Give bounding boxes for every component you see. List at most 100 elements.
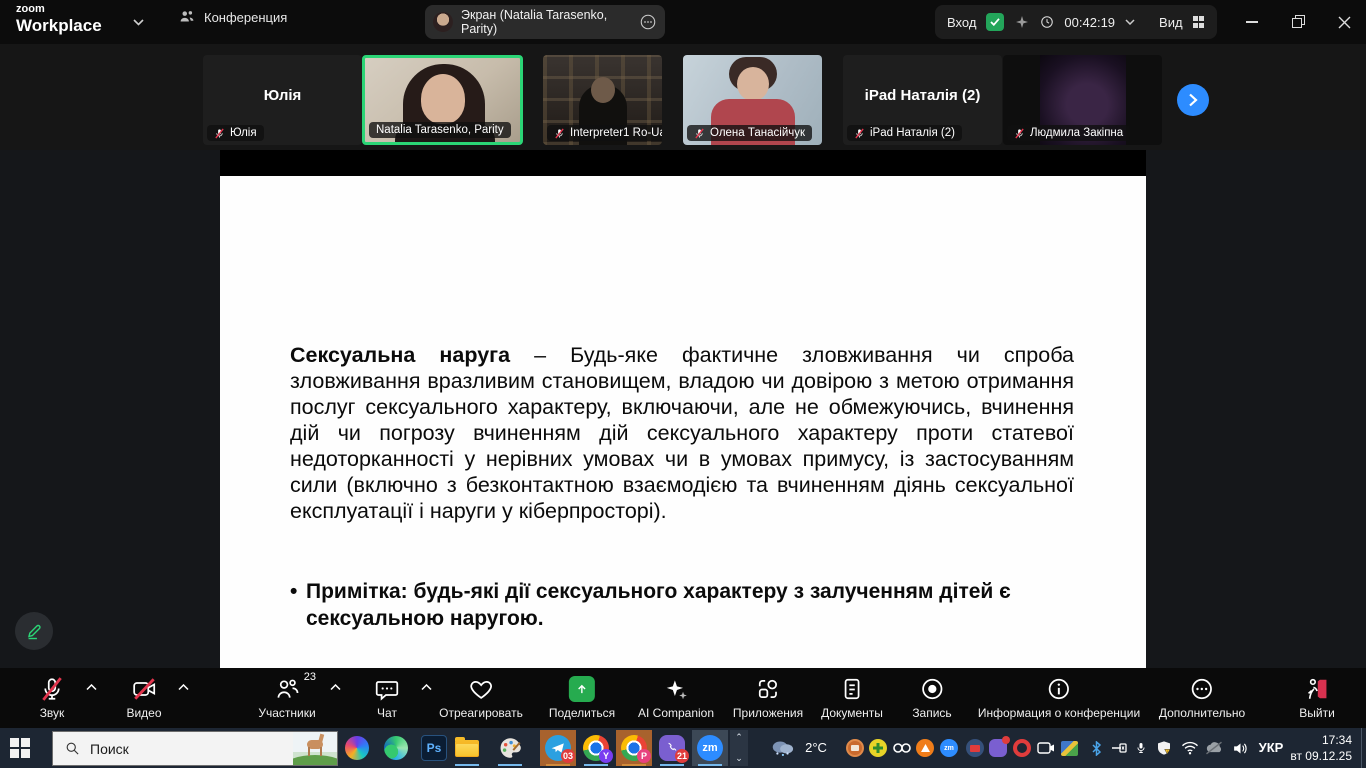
- weather-icon[interactable]: [770, 736, 794, 760]
- bullet-marker: •: [290, 578, 297, 605]
- taskbar-viber-button[interactable]: 21: [654, 730, 690, 766]
- tray-wifi-icon[interactable]: [1178, 736, 1202, 760]
- participant-tile-liudmyla[interactable]: Людмила Закіпна: [1003, 55, 1162, 145]
- participant-tile-ipad[interactable]: iPad Наталія (2) iPad Наталія (2): [843, 55, 1002, 145]
- tray-speaker-icon[interactable]: [1228, 736, 1252, 760]
- toolbar-share-button[interactable]: Поделиться: [549, 675, 615, 720]
- video-options-chevron[interactable]: [178, 684, 189, 691]
- view-button-label[interactable]: Вид: [1159, 15, 1183, 30]
- start-button[interactable]: [10, 738, 30, 758]
- participants-options-chevron[interactable]: [330, 684, 341, 691]
- taskbar-paint-button[interactable]: [492, 730, 528, 766]
- tab-screen-share[interactable]: Экран (Natalia Tarasenko, Parity): [425, 5, 665, 39]
- apps-icon: [755, 675, 781, 703]
- toolbar-info-label: Информация о конференции: [978, 706, 1140, 720]
- toolbar-apps-button[interactable]: Приложения: [733, 675, 803, 720]
- viber-badge: 21: [675, 749, 689, 763]
- title-bar: zoom Workplace Конференция Экран (Natali…: [0, 0, 1366, 44]
- minimize-button[interactable]: [1230, 0, 1274, 44]
- tray-usb-icon[interactable]: [1107, 736, 1131, 760]
- toolbar-docs-button[interactable]: Документы: [821, 675, 883, 720]
- tray-defender-shield-icon[interactable]: !: [1152, 736, 1176, 760]
- taskbar-chrome-yandex-button[interactable]: Y: [578, 730, 614, 766]
- login-button[interactable]: Вход: [947, 15, 976, 30]
- tray-clock[interactable]: 17:34 вт 09.12.25: [1290, 732, 1352, 764]
- participant-name-label: Natalia Tarasenko, Parity: [369, 122, 511, 138]
- annotation-pencil-button[interactable]: [15, 612, 53, 650]
- mic-muted-icon: [854, 128, 865, 139]
- taskbar-telegram-button[interactable]: 03: [540, 730, 576, 766]
- edge-icon: [384, 736, 408, 760]
- participant-name-label: Людмила Закіпна: [1007, 125, 1130, 141]
- toolbar-audio-button[interactable]: Звук: [39, 675, 65, 720]
- ai-sparkle-icon[interactable]: [1014, 14, 1030, 30]
- participant-tile-olena[interactable]: Олена Танасійчук: [683, 55, 822, 145]
- toolbar-record-button[interactable]: Запись: [912, 675, 951, 720]
- toolbar-record-label: Запись: [912, 706, 951, 720]
- tray-bluetooth-icon[interactable]: [1084, 736, 1108, 760]
- audio-options-chevron[interactable]: [86, 684, 97, 691]
- timer-chevron-down-icon[interactable]: [1125, 19, 1135, 25]
- chat-options-chevron[interactable]: [421, 684, 432, 691]
- tray-microphone-icon[interactable]: [1129, 736, 1153, 760]
- share-screen-icon: [569, 676, 595, 702]
- tray-screen-record-icon[interactable]: [1034, 736, 1058, 760]
- participant-name-text: iPad Наталія (2): [870, 127, 955, 139]
- chrome-profile-p-badge: P: [637, 749, 651, 763]
- toolbar-video-button[interactable]: Видео: [126, 675, 161, 720]
- restore-button[interactable]: [1277, 0, 1321, 44]
- participant-tile-interpreter[interactable]: Interpreter1 Ro-Ua: [543, 55, 662, 145]
- taskbar-chrome-p-button[interactable]: P: [616, 730, 652, 766]
- taskbar-edge-button[interactable]: [378, 730, 414, 766]
- mic-muted-icon: [694, 128, 705, 139]
- workspace-chevron-down-icon[interactable]: [133, 19, 144, 26]
- scroll-down-icon[interactable]: ⌄: [735, 753, 743, 764]
- participant-name-label: Interpreter1 Ro-Ua: [547, 125, 662, 141]
- search-highlight-deer-image[interactable]: [293, 732, 337, 765]
- tray-avast-icon[interactable]: [913, 736, 937, 760]
- toolbar-share-label: Поделиться: [549, 706, 615, 720]
- taskbar-photoshop-button[interactable]: Ps: [416, 730, 452, 766]
- toolbar-ai-companion-button[interactable]: AI Companion: [638, 675, 714, 720]
- tray-onedrive-paused-icon[interactable]: [1202, 736, 1226, 760]
- tray-orange-app-icon[interactable]: [843, 736, 867, 760]
- taskbar-explorer-button[interactable]: [449, 730, 485, 766]
- tray-creative-cloud-icon[interactable]: [890, 736, 914, 760]
- view-grid-icon[interactable]: [1193, 16, 1205, 28]
- participant-tile-yuliia[interactable]: Юлія Юлія: [203, 55, 362, 145]
- mic-muted-icon: [554, 128, 565, 139]
- taskbar-overflow-scroll[interactable]: ⌃⌄: [730, 730, 748, 766]
- security-shield-icon[interactable]: [986, 13, 1004, 31]
- toolbar-react-button[interactable]: Отреагировать: [439, 675, 523, 720]
- tab-conference[interactable]: Конференция: [178, 8, 287, 26]
- show-desktop-button[interactable]: [1361, 728, 1366, 768]
- tray-zoom-icon[interactable]: zm: [937, 736, 961, 760]
- participant-tile-natalia-active-speaker[interactable]: Natalia Tarasenko, Parity: [362, 55, 523, 145]
- toolbar-leave-button[interactable]: Выйти: [1299, 675, 1335, 720]
- weather-temp[interactable]: 2°C: [805, 740, 827, 755]
- tray-date: вт 09.12.25: [1290, 748, 1352, 764]
- tray-opera-icon[interactable]: [1010, 736, 1034, 760]
- tray-viber-icon[interactable]: [986, 736, 1010, 760]
- toolbar-chat-button[interactable]: Чат: [374, 675, 400, 720]
- logo-workplace-text: Workplace: [16, 17, 102, 34]
- tray-network-monitor-icon[interactable]: [1057, 736, 1081, 760]
- next-participants-button[interactable]: [1177, 84, 1209, 116]
- close-button[interactable]: [1322, 0, 1366, 44]
- taskbar-copilot-button[interactable]: [339, 730, 375, 766]
- toolbar-participants-button[interactable]: 23 Участники: [258, 675, 315, 720]
- tray-language-indicator[interactable]: УКР: [1259, 740, 1284, 755]
- tray-red-app-icon[interactable]: [963, 736, 987, 760]
- ai-companion-icon: [663, 675, 689, 703]
- scroll-up-icon[interactable]: ⌃: [735, 732, 743, 743]
- taskbar-search-input[interactable]: Поиск: [52, 731, 338, 766]
- tray-green-plus-icon[interactable]: [866, 736, 890, 760]
- toolbar-docs-label: Документы: [821, 706, 883, 720]
- tab-more-icon[interactable]: [639, 13, 657, 31]
- toolbar-leave-label: Выйти: [1299, 706, 1335, 720]
- search-placeholder: Поиск: [90, 741, 129, 757]
- record-icon: [919, 675, 945, 703]
- taskbar-zoom-button[interactable]: zm: [692, 730, 728, 766]
- toolbar-info-button[interactable]: Информация о конференции: [978, 675, 1140, 720]
- toolbar-more-button[interactable]: Дополнительно: [1159, 675, 1245, 720]
